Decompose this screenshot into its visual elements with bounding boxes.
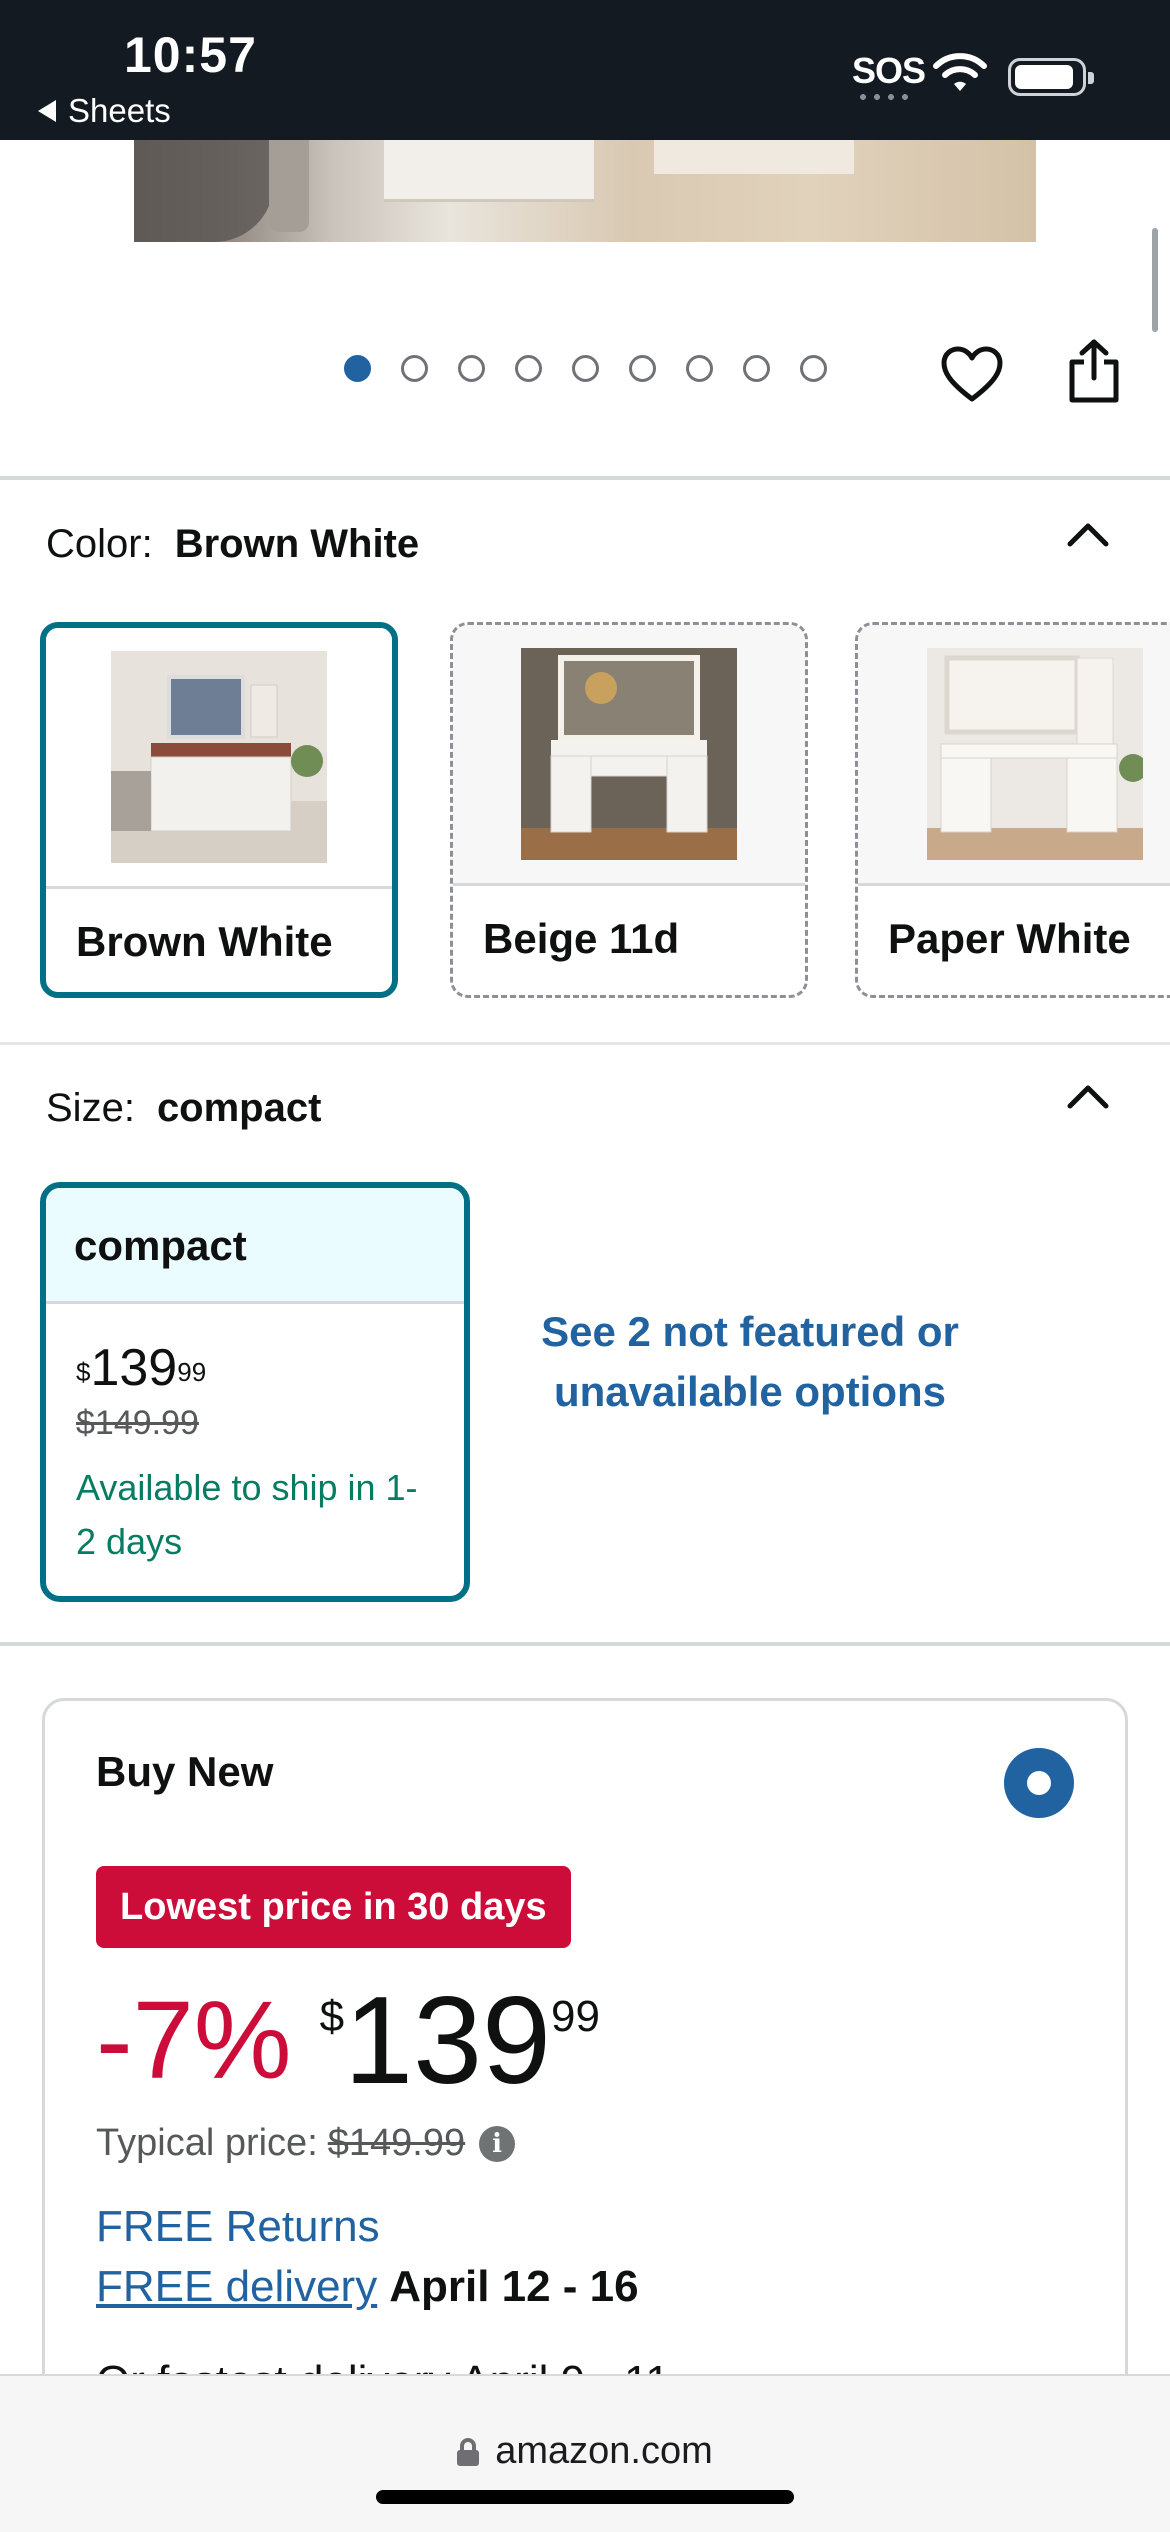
size-option-availability: Available to ship in 1-2 days [76,1467,418,1562]
section-divider [0,1042,1170,1045]
image-dot-2[interactable] [401,355,428,382]
wifi-icon [933,53,987,91]
current-price: $139 99 [319,1972,600,2110]
typical-price: Typical price: $149.99 i [96,2122,516,2165]
page-scrollbar[interactable] [1152,228,1158,332]
size-option-compact[interactable]: compact $13999 $149.99 Available to ship… [40,1182,470,1602]
size-option-name: compact [46,1188,464,1304]
free-returns-link[interactable]: FREE Returns [96,2202,380,2252]
color-selected-value: Brown White [174,522,420,566]
swatch-label: Paper White [888,915,1131,962]
chevron-up-icon[interactable] [1066,1082,1110,1112]
price-row: -7% $139 99 [96,1972,600,2110]
see-unavailable-options-link[interactable]: See 2 not featured or unavailable option… [530,1302,970,1422]
discount-percent: -7% [96,1979,292,2102]
paper-white-thumbnail [927,648,1143,860]
swatch-label: Brown White [76,918,333,965]
delivery-dates: April 12 - 16 [389,2262,639,2311]
buy-new-title: Buy New [96,1748,274,1795]
image-dot-6[interactable] [629,355,656,382]
image-dot-1[interactable] [344,355,371,382]
url-text: amazon.com [495,2430,713,2472]
size-option-price: $13999 [76,1339,207,1397]
chevron-up-icon[interactable] [1066,520,1110,550]
home-indicator[interactable] [376,2490,794,2504]
status-bar: 10:57 Sheets SOS [0,0,1170,140]
sos-indicator: SOS [852,50,926,91]
back-arrow-icon [38,100,56,122]
fastest-delivery-text: Or fastest delivery April 9 - 11 [96,2352,670,2376]
swatch-label: Beige 11d [483,915,680,962]
size-selected-value: compact [156,1086,322,1130]
section-divider [0,476,1170,480]
image-dot-5[interactable] [572,355,599,382]
typical-price-value: $149.99 [327,2122,466,2164]
browser-address-bar[interactable]: amazon.com [0,2374,1170,2532]
lock-icon [457,2437,480,2466]
product-image[interactable] [134,140,1036,242]
image-dot-9[interactable] [800,355,827,382]
image-dot-7[interactable] [686,355,713,382]
color-swatch-paper-white[interactable]: Paper White [855,622,1170,998]
brown-white-thumbnail [111,651,327,863]
image-dot-4[interactable] [515,355,542,382]
size-label: Size: compact [46,1086,322,1130]
signal-dots-icon [856,94,912,100]
free-delivery-link[interactable]: FREE delivery [96,2262,377,2311]
beige-11d-thumbnail [521,648,737,860]
battery-icon [1008,58,1094,96]
section-divider [0,1642,1170,1646]
deal-badge: Lowest price in 30 days [96,1866,571,1948]
color-swatch-brown-white[interactable]: Brown White [40,622,398,998]
status-time: 10:57 [124,27,257,83]
free-delivery-row: FREE delivery April 12 - 16 [96,2262,639,2312]
size-option-list-price: $149.99 [76,1404,199,1442]
back-app-label: Sheets [68,92,171,129]
color-label: Color: Brown White [46,522,420,566]
image-pagination [344,355,827,382]
image-dot-3[interactable] [458,355,485,382]
color-swatch-beige-11d[interactable]: Beige 11d [450,622,808,998]
share-icon[interactable] [1066,338,1122,404]
info-icon[interactable]: i [479,2125,516,2162]
buy-new-radio[interactable] [1004,1748,1074,1818]
back-to-app-button[interactable]: Sheets [38,92,171,130]
image-dot-8[interactable] [743,355,770,382]
heart-icon[interactable] [940,345,1004,405]
